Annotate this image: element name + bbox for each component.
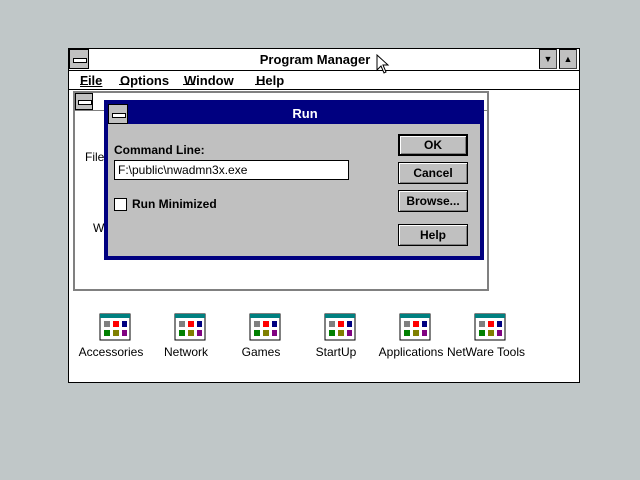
run-dialog-titlebar[interactable]: Run	[108, 104, 480, 124]
group-icon-applications[interactable]: Applications	[371, 313, 451, 363]
group-label: Network	[163, 345, 208, 359]
run-minimized-label: Run Minimized	[132, 197, 217, 211]
main-group-partial-text: W	[93, 221, 105, 235]
program-group-icon	[399, 313, 431, 341]
group-icon-netware-tools[interactable]: NetWare Tools	[446, 313, 526, 363]
group-icon-games[interactable]: Games	[221, 313, 301, 363]
menu-bar: File Options Window Help	[69, 71, 579, 90]
control-menu-bar-icon	[73, 58, 87, 63]
program-group-icon	[249, 313, 281, 341]
group-label: Games	[241, 345, 281, 359]
mouse-pointer-icon	[376, 54, 390, 74]
dialog-title: Run	[292, 106, 318, 121]
menu-accel-underline	[255, 84, 265, 85]
group-control-menu-box[interactable]	[75, 93, 93, 110]
help-button[interactable]: Help	[398, 224, 468, 246]
ok-button[interactable]: OK	[398, 134, 468, 156]
program-group-icon	[174, 313, 206, 341]
group-icon-startup[interactable]: StartUp	[296, 313, 376, 363]
group-label: StartUp	[315, 345, 357, 359]
up-triangle-icon: ▲	[563, 54, 573, 64]
command-line-input[interactable]	[114, 160, 349, 180]
group-icon-accessories[interactable]: Accessories	[71, 313, 151, 363]
group-label: Accessories	[78, 345, 144, 359]
group-icon-network[interactable]: Network	[146, 313, 226, 363]
main-group-partial-text: File	[85, 150, 105, 164]
group-label: NetWare Tools	[446, 345, 526, 359]
program-manager-titlebar[interactable]: Program Manager ▼ ▲	[69, 49, 579, 71]
run-minimized-checkbox[interactable]	[114, 198, 127, 211]
control-menu-bar-icon	[112, 113, 126, 118]
window-title: Program Manager	[259, 52, 371, 67]
cancel-button[interactable]: Cancel	[398, 162, 468, 184]
control-menu-bar-icon	[78, 100, 92, 105]
group-label: Applications	[378, 345, 444, 359]
menu-accel-underline	[80, 84, 88, 85]
menu-accel-underline	[183, 84, 195, 85]
browse-button[interactable]: Browse...	[398, 190, 468, 212]
menu-accel-underline	[119, 84, 129, 85]
menu-options[interactable]: Options	[120, 71, 169, 90]
run-dialog: Run Command Line: Run Minimized OK Cance…	[104, 100, 484, 260]
menu-window[interactable]: Window	[184, 71, 234, 90]
menu-help[interactable]: Help	[256, 71, 284, 90]
program-group-icon	[99, 313, 131, 341]
command-line-label: Command Line:	[114, 143, 205, 157]
dialog-control-menu-box[interactable]	[108, 104, 128, 124]
program-group-icon	[324, 313, 356, 341]
menu-file[interactable]: File	[80, 71, 102, 90]
minimize-button[interactable]: ▼	[539, 49, 557, 69]
down-triangle-icon: ▼	[543, 54, 553, 64]
control-menu-box[interactable]	[69, 49, 89, 69]
maximize-button[interactable]: ▲	[559, 49, 577, 69]
program-group-icon	[474, 313, 506, 341]
